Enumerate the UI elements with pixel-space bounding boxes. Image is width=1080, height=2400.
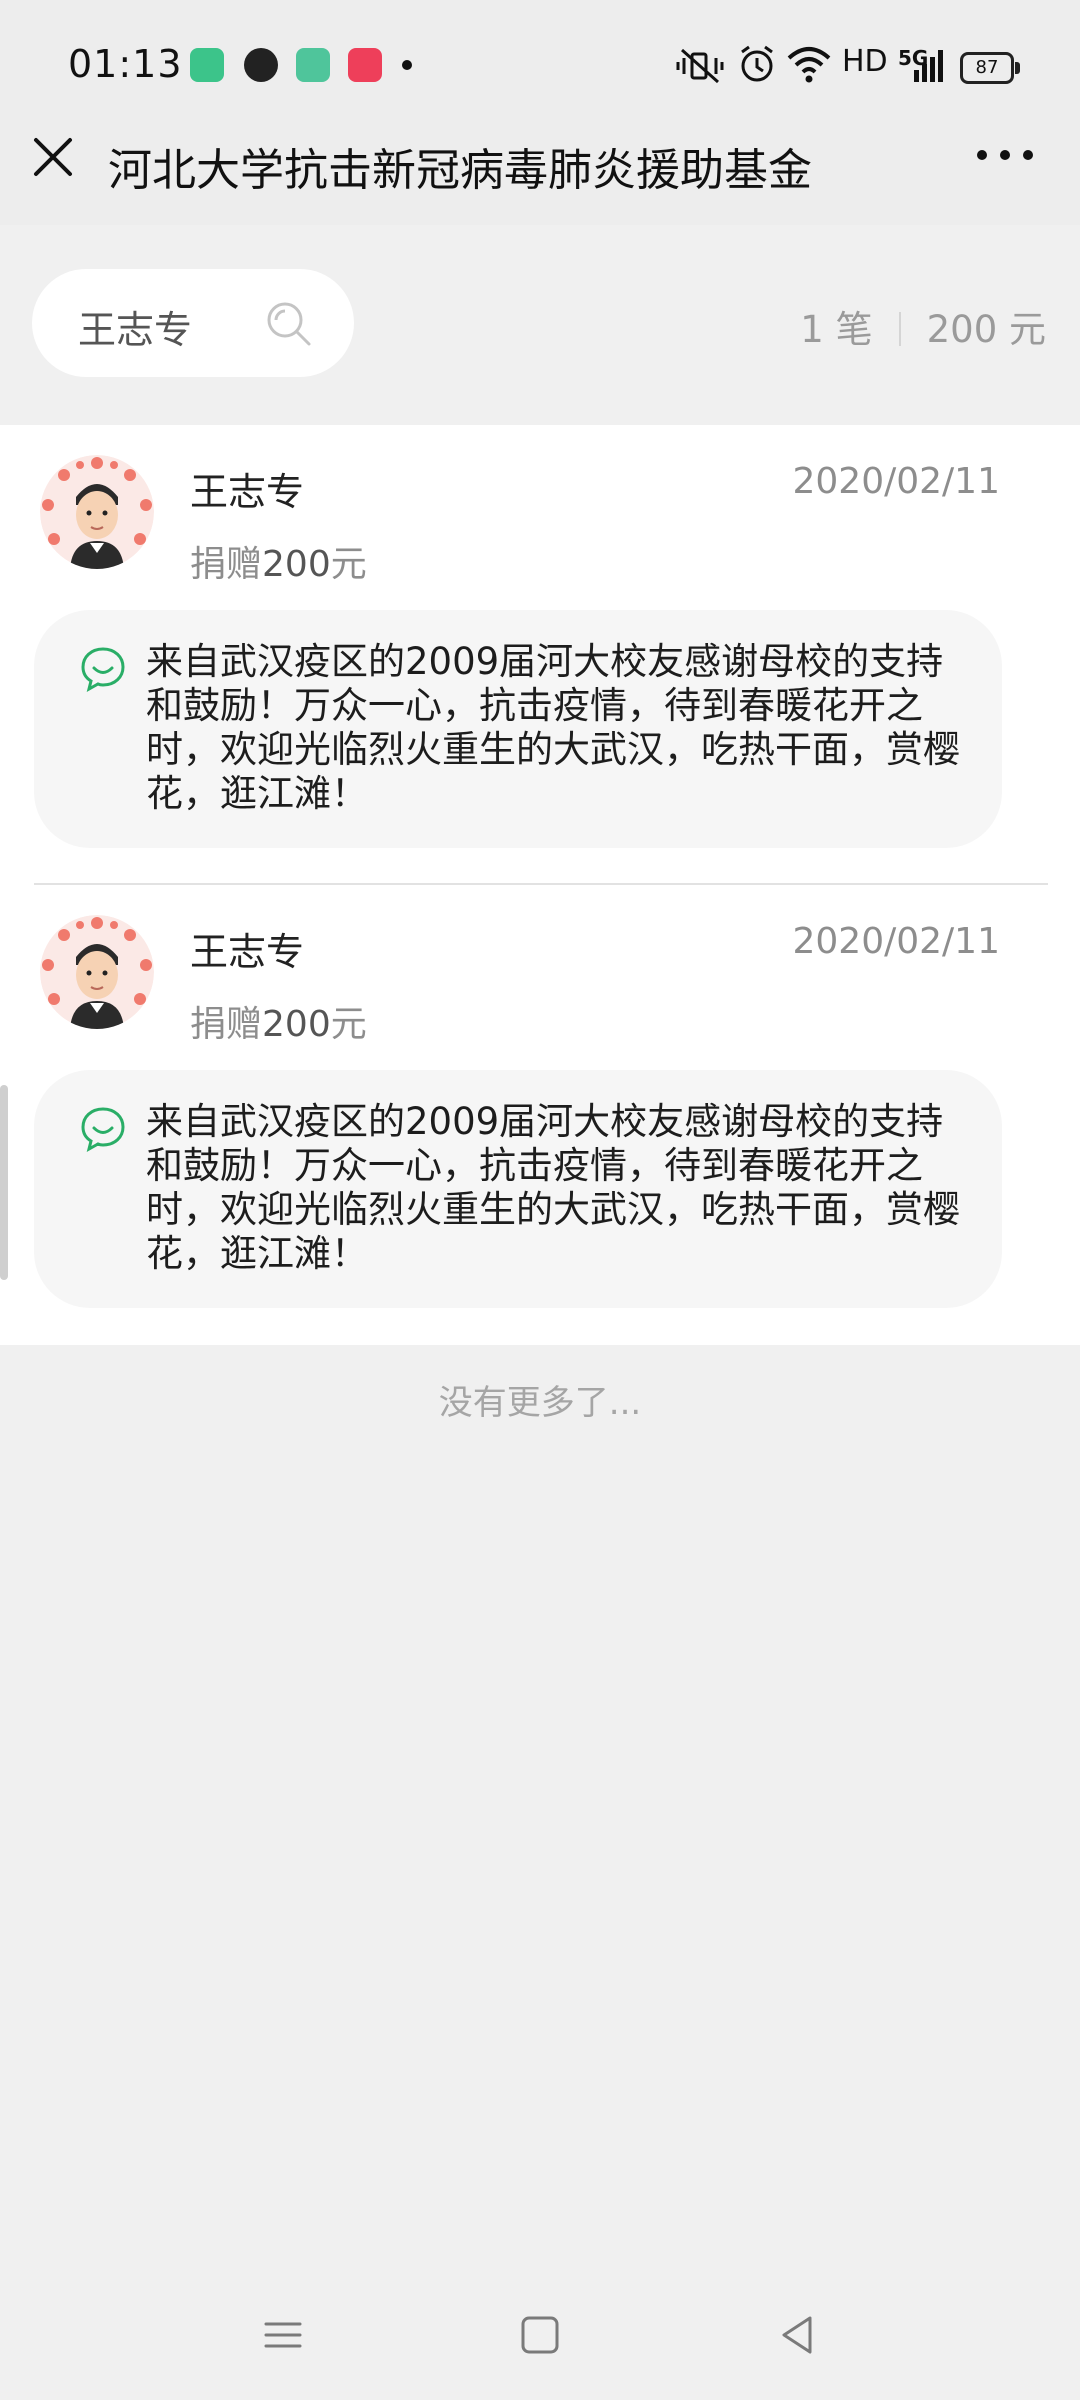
message-smile-icon: [81, 647, 125, 692]
amount-prefix: 捐赠: [190, 1004, 263, 1045]
search-value: 王志专: [78, 308, 193, 352]
notification-dot-icon: [402, 60, 412, 70]
donation-summary: 1 笔 200 元: [800, 299, 1046, 353]
donation-message: 来自武汉疫区的2009届河大校友感谢母校的支持和鼓励！万众一心，抗击疫情，待到春…: [146, 1100, 960, 1275]
menu-icon[interactable]: [258, 2310, 308, 2360]
message-smile-icon: [81, 1107, 125, 1152]
donation-amount: 捐赠200元: [190, 535, 367, 587]
home-icon[interactable]: [515, 2310, 565, 2360]
donor-name: 王志专: [190, 470, 305, 514]
message-bubble: 来自武汉疫区的2009届河大校友感谢母校的支持和鼓励！万众一心，抗击疫情，待到春…: [34, 1070, 1002, 1308]
donation-count: 1 笔: [800, 308, 873, 351]
search-icon[interactable]: [264, 299, 314, 349]
message-bubble: 来自武汉疫区的2009届河大校友感谢母校的支持和鼓励！万众一心，抗击疫情，待到春…: [34, 610, 1002, 848]
avatar: [40, 455, 154, 569]
more-icon[interactable]: [970, 130, 1040, 180]
amount-value: 200: [262, 1004, 331, 1045]
donation-message: 来自武汉疫区的2009届河大校友感谢母校的支持和鼓励！万众一心，抗击疫情，待到春…: [146, 640, 960, 815]
amount-prefix: 捐赠: [190, 544, 263, 585]
donation-date: 2020/02/11: [792, 921, 1001, 962]
avatar: [40, 915, 154, 1029]
battery-icon: 87: [960, 52, 1020, 84]
system-nav-bar: [0, 2270, 1080, 2400]
list-item[interactable]: 王志专 2020/02/11 捐赠200元 来自武汉疫区的2009届河大校友感谢…: [0, 885, 1080, 1335]
palette-app-icon: [244, 48, 278, 82]
nav-header: 河北大学抗击新冠病毒肺炎援助基金: [0, 100, 1080, 225]
alarm-icon: [741, 45, 773, 82]
donation-list: 王志专 2020/02/11 捐赠200元 来自武汉疫区的2009届河大校友感谢…: [0, 425, 1080, 1345]
network-type-label: HD: [842, 44, 888, 79]
list-item[interactable]: 王志专 2020/02/11 捐赠200元 来自武汉疫区的2009届河大校友感谢…: [0, 425, 1080, 885]
donation-total: 200 元: [926, 308, 1046, 351]
summary-divider: [898, 312, 901, 346]
back-icon[interactable]: [772, 2310, 822, 2360]
wifi-icon: [787, 47, 831, 83]
chat-app-icon: [190, 48, 224, 82]
amount-unit: 元: [330, 1004, 367, 1045]
amount-value: 200: [262, 544, 331, 585]
page-title: 河北大学抗击新冠病毒肺炎援助基金: [108, 145, 812, 196]
video-app-icon: [348, 48, 382, 82]
search-input[interactable]: 王志专: [32, 269, 354, 377]
mute-vibrate-icon: [676, 48, 724, 84]
donor-name: 王志专: [190, 930, 305, 974]
donation-date: 2020/02/11: [792, 461, 1001, 502]
signal-icon: [914, 50, 943, 82]
donation-amount: 捐赠200元: [190, 995, 367, 1047]
no-more-label: 没有更多了...: [438, 1383, 642, 1423]
amount-unit: 元: [330, 544, 367, 585]
status-time: 01:13: [68, 42, 183, 86]
store-app-icon: [296, 48, 330, 82]
search-summary-row: 王志专 1 笔 200 元: [0, 225, 1080, 425]
close-icon[interactable]: [28, 132, 78, 182]
